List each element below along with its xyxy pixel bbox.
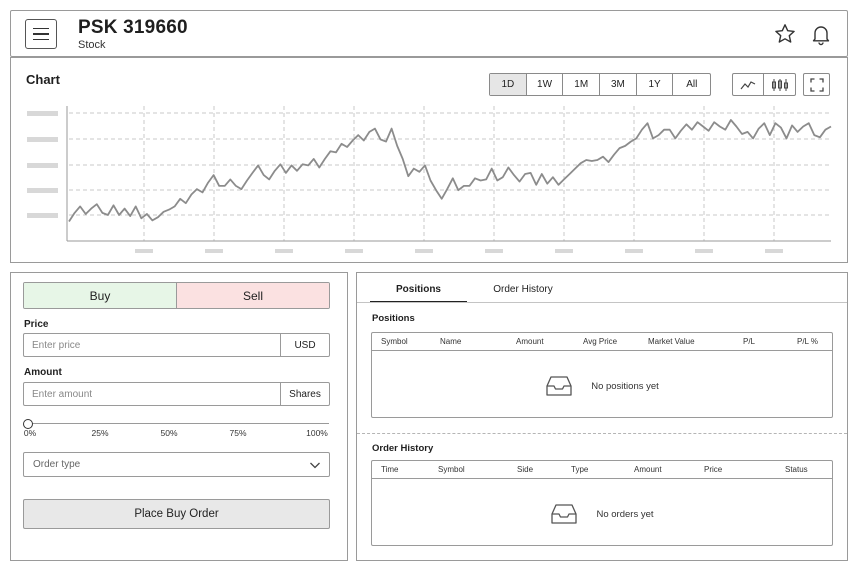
- chart-panel: Chart 1D 1W 1M 3M 1Y All: [10, 57, 848, 263]
- inbox-icon: [546, 376, 572, 396]
- orders-empty-text: No orders yet: [596, 508, 654, 520]
- inbox-icon: [551, 504, 578, 524]
- app-header: PSK 319660 Stock: [10, 10, 848, 57]
- page-subtitle: Stock: [78, 39, 106, 51]
- x-tick-label-placeholder: [345, 249, 363, 253]
- column-header: Time: [381, 465, 399, 474]
- order-type-select[interactable]: Order type: [23, 452, 330, 477]
- x-tick-label-placeholder: [485, 249, 503, 253]
- x-tick-label-placeholder: [765, 249, 783, 253]
- y-tick-label-placeholder: [27, 111, 58, 116]
- tab-order-history[interactable]: Order History: [467, 282, 579, 303]
- price-label: Price: [24, 319, 49, 330]
- positions-empty-state: No positions yet: [372, 355, 832, 417]
- line-chart-icon: [740, 80, 756, 89]
- positions-empty-text: No positions yet: [591, 380, 659, 392]
- y-tick-label-placeholder: [27, 213, 58, 218]
- sell-tab-button[interactable]: Sell: [177, 283, 329, 308]
- tab-positions[interactable]: Positions: [370, 282, 467, 303]
- x-tick-label-placeholder: [275, 249, 293, 253]
- price-chart[interactable]: [11, 58, 847, 262]
- range-1w-button[interactable]: 1W: [527, 74, 564, 95]
- x-tick-label-placeholder: [135, 249, 153, 253]
- amount-field: Shares: [23, 382, 330, 406]
- order-history-title: Order History: [372, 443, 434, 454]
- x-tick-label-placeholder: [625, 249, 643, 253]
- range-1m-button[interactable]: 1M: [563, 74, 601, 95]
- chart-title: Chart: [26, 72, 60, 87]
- price-series-line: [68, 119, 832, 222]
- column-header: Market Value: [648, 337, 695, 346]
- x-tick-label-placeholder: [415, 249, 433, 253]
- slider-tick-label: 100%: [306, 428, 328, 438]
- page-title: PSK 319660: [78, 17, 188, 38]
- column-header: Symbol: [381, 337, 408, 346]
- fullscreen-icon: [809, 77, 824, 92]
- positions-table-header: Symbol Name Amount Avg Price Market Valu…: [372, 333, 832, 351]
- slider-tick-label: 25%: [91, 428, 109, 438]
- column-header: Amount: [634, 465, 662, 474]
- amount-unit: Shares: [280, 383, 329, 405]
- portfolio-panel: Positions Order History Positions Symbol…: [356, 272, 848, 561]
- positions-title: Positions: [372, 313, 415, 324]
- star-icon: [775, 24, 795, 43]
- slider-tick-label: 50%: [160, 428, 178, 438]
- section-divider: [357, 433, 847, 434]
- range-1d-button[interactable]: 1D: [490, 74, 527, 95]
- column-header: Status: [785, 465, 808, 474]
- tabs-divider: [357, 302, 847, 303]
- fullscreen-button[interactable]: [803, 73, 830, 96]
- order-type-placeholder: Order type: [33, 459, 81, 470]
- buy-tab-button[interactable]: Buy: [24, 283, 177, 308]
- range-3m-button[interactable]: 3M: [600, 74, 637, 95]
- slider-track[interactable]: [27, 423, 329, 424]
- order-history-table-header: Time Symbol Side Type Amount Price Statu…: [372, 461, 832, 479]
- line-chart-button[interactable]: [733, 74, 764, 95]
- y-tick-label-placeholder: [27, 188, 58, 193]
- place-order-button[interactable]: Place Buy Order: [23, 499, 330, 529]
- x-tick-label-placeholder: [205, 249, 223, 253]
- order-form-panel: Buy Sell Price USD Amount Shares 0% 25% …: [10, 272, 348, 561]
- bell-icon: [812, 26, 830, 46]
- slider-tick-label: 75%: [229, 428, 247, 438]
- y-tick-label-placeholder: [27, 137, 58, 142]
- column-header: Side: [517, 465, 534, 474]
- menu-button[interactable]: [25, 19, 57, 49]
- chevron-down-icon: [310, 462, 320, 469]
- column-header: Type: [571, 465, 589, 474]
- column-header: Name: [440, 337, 462, 346]
- side-toggle: Buy Sell: [23, 282, 330, 309]
- amount-input[interactable]: [24, 383, 280, 405]
- x-tick-label-placeholder: [555, 249, 573, 253]
- order-history-table: Time Symbol Side Type Amount Price Statu…: [371, 460, 833, 546]
- range-1y-button[interactable]: 1Y: [637, 74, 674, 95]
- column-header: P/L: [743, 337, 756, 346]
- column-header: Avg Price: [583, 337, 618, 346]
- candlestick-button[interactable]: [764, 74, 795, 95]
- orders-empty-state: No orders yet: [372, 483, 832, 545]
- amount-slider[interactable]: [23, 418, 329, 430]
- favorite-button[interactable]: [773, 22, 797, 46]
- menu-icon-line: [33, 38, 49, 41]
- column-header: Price: [704, 465, 723, 474]
- portfolio-tabs: Positions Order History: [370, 282, 579, 303]
- time-range-selector: 1D 1W 1M 3M 1Y All: [489, 73, 712, 96]
- menu-icon-line: [33, 33, 49, 35]
- amount-label: Amount: [24, 367, 62, 378]
- notifications-button[interactable]: [809, 22, 833, 46]
- column-header: Amount: [516, 337, 544, 346]
- slider-tick-label: 0%: [23, 428, 37, 438]
- column-header: Symbol: [438, 465, 465, 474]
- candlestick-icon: [771, 78, 788, 91]
- column-header: P/L %: [797, 337, 819, 346]
- x-tick-label-placeholder: [695, 249, 713, 253]
- price-field: USD: [23, 333, 330, 357]
- positions-table: Symbol Name Amount Avg Price Market Valu…: [371, 332, 833, 418]
- y-tick-label-placeholder: [27, 163, 58, 168]
- chart-type-selector: [732, 73, 796, 96]
- menu-icon-line: [33, 27, 49, 30]
- price-input[interactable]: [24, 334, 280, 356]
- price-unit: USD: [280, 334, 329, 356]
- range-all-button[interactable]: All: [673, 74, 710, 95]
